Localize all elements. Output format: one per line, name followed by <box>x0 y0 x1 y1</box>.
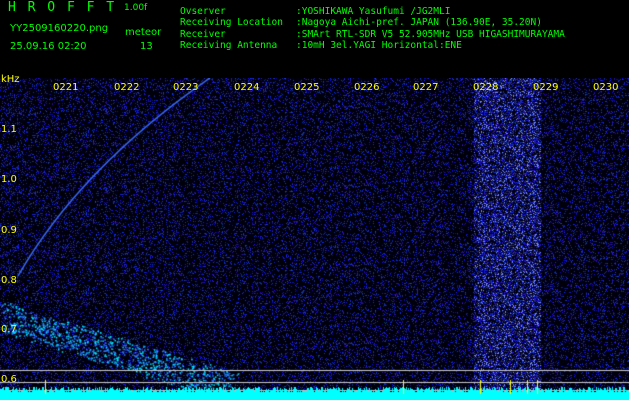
version-label: 1.00f <box>124 3 148 13</box>
spectrogram <box>0 78 629 400</box>
spectrogram-canvas <box>0 78 629 400</box>
info-label-antenna: Receiving Antenna <box>180 40 278 51</box>
info-value-location: :Nagoya Aichi-pref. JAPAN (136.90E, 35.2… <box>296 17 542 28</box>
freq-label-0-7: 0.7 <box>1 324 17 335</box>
app-logo: H R O F F T <box>8 0 117 15</box>
meteor-count: 13 <box>140 41 153 52</box>
time-label-0229: 0229 <box>533 82 559 93</box>
info-value-antenna: :10mH 3el.YAGI Horizontal:ENE <box>296 40 462 51</box>
time-label-0224: 0224 <box>234 82 260 93</box>
time-label-0221: 0221 <box>53 82 79 93</box>
freq-label-1-0: 1.0 <box>1 174 17 185</box>
time-label-0223: 0223 <box>173 82 199 93</box>
info-label-observer: Ovserver <box>180 6 226 17</box>
freq-label-0-9: 0.9 <box>1 225 17 236</box>
info-value-observer: :YOSHIKAWA Yasufumi /JG2MLI <box>296 6 451 17</box>
info-label-location: Receiving Location <box>180 17 283 28</box>
datetime-label: 25.09.16 02:20 <box>10 41 87 52</box>
freq-label-0-6: 0.6 <box>1 374 17 385</box>
freq-label-0-8: 0.8 <box>1 275 17 286</box>
time-label-0225: 0225 <box>294 82 320 93</box>
time-label-0222: 0222 <box>114 82 140 93</box>
axis-unit: kHz <box>1 74 20 85</box>
info-label-receiver: Receiver <box>180 29 226 40</box>
info-value-receiver: :SMArt RTL-SDR V5 52.905MHz USB HIGASHIM… <box>296 29 565 40</box>
filename-label: YY2509160220.png <box>10 23 109 34</box>
time-label-0227: 0227 <box>413 82 439 93</box>
meteor-label: meteor <box>125 27 162 38</box>
freq-label-1-1: 1.1 <box>1 124 17 135</box>
time-label-0226: 0226 <box>354 82 380 93</box>
time-label-0228: 0228 <box>473 82 499 93</box>
time-label-0230: 0230 <box>593 82 619 93</box>
